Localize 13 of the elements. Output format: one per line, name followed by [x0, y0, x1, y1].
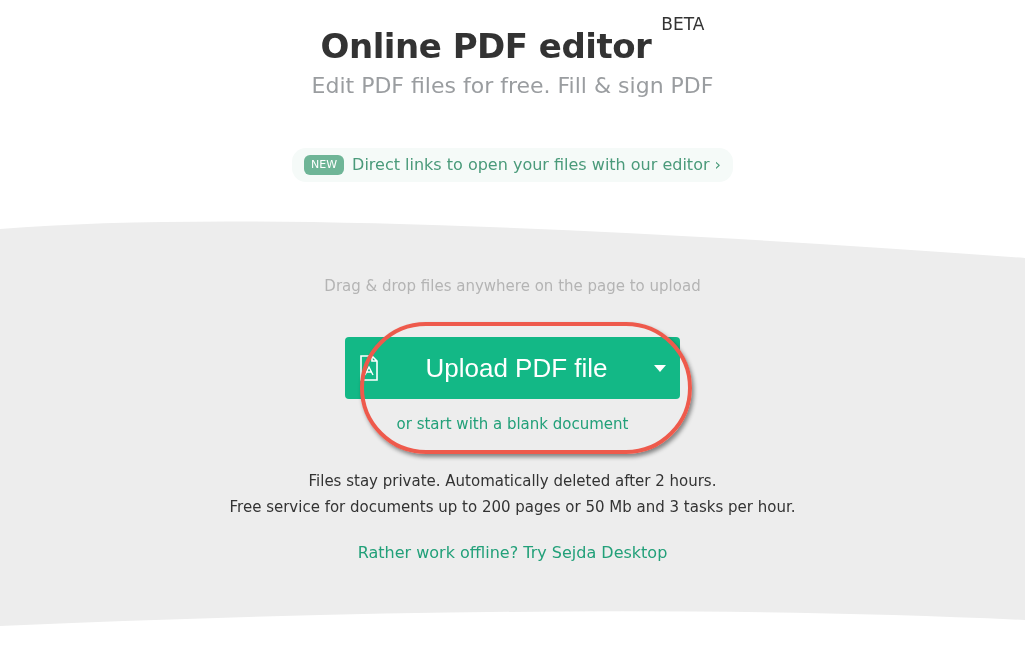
- pdf-file-icon: [359, 355, 379, 382]
- upload-button[interactable]: Upload PDF file: [345, 337, 680, 400]
- blank-document-link[interactable]: or start with a blank document: [396, 413, 629, 436]
- drag-drop-hint: Drag & drop files anywhere on the page to upload: [324, 275, 701, 297]
- announcement-link[interactable]: NEW Direct links to open your files with our editor ›: [292, 147, 733, 182]
- page-subtitle: Edit PDF files for free. Fill & sign PDF: [311, 71, 714, 100]
- page-title: Online PDF editor: [320, 26, 652, 67]
- caret-icon: [654, 364, 666, 372]
- new-tag: NEW: [304, 154, 345, 176]
- info-text: Free service for documents up to 200 pages or 50 Mb and 3 tasks per hour.: [229, 497, 796, 519]
- desktop-link[interactable]: Rather work offline? Try Sejda Desktop: [357, 540, 668, 565]
- beta-label: BETA: [661, 13, 705, 36]
- info-text: Files stay private. Automatically deleted after 2 hours.: [308, 470, 717, 492]
